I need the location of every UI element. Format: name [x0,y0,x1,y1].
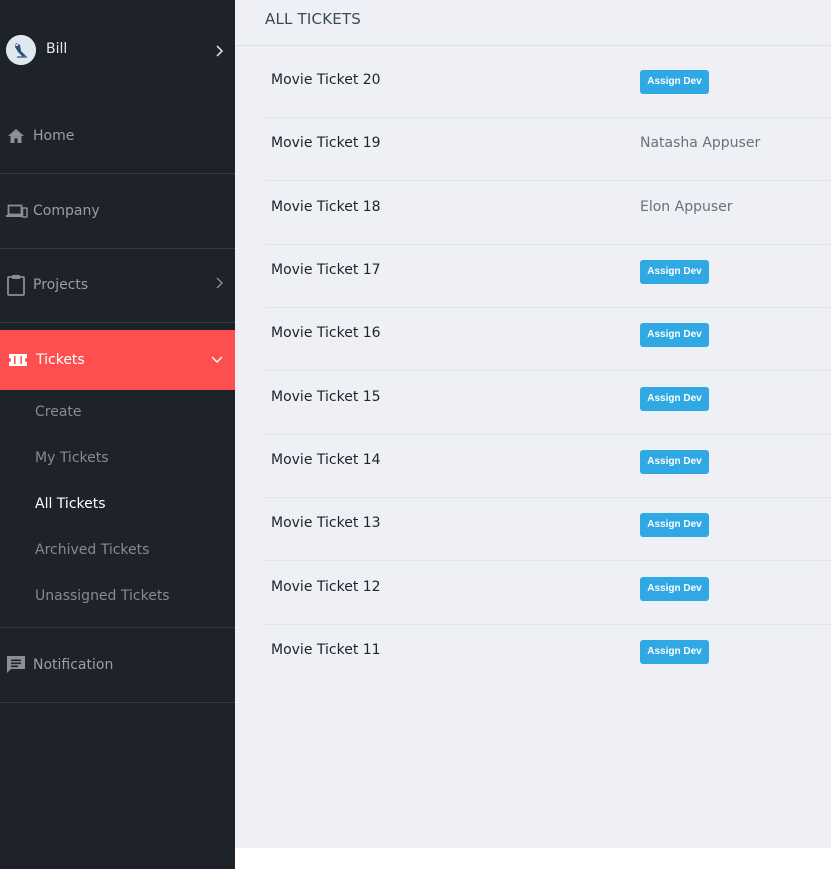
nav-tickets-label: Tickets [36,352,85,368]
assign-dev-button[interactable]: Assign Dev [640,387,709,411]
assign-dev-button[interactable]: Assign Dev [640,70,709,94]
submenu-unassigned-tickets[interactable]: Unassigned Tickets [35,588,170,604]
table-row[interactable]: Movie Ticket 19 Natasha Appuser [265,117,831,181]
devices-icon [6,201,28,221]
ticket-name[interactable]: Movie Ticket 13 [271,515,381,531]
table-row[interactable]: Movie Ticket 11 Assign Dev [265,624,831,687]
page-header: ALL TICKETS [235,0,831,46]
chevron-down-icon [210,352,224,366]
assign-dev-button[interactable]: Assign Dev [640,577,709,601]
assign-dev-button[interactable]: Assign Dev [640,260,709,284]
table-row[interactable]: Movie Ticket 15 Assign Dev [265,371,831,435]
assign-dev-button[interactable]: Assign Dev [640,640,709,664]
divider [0,322,235,323]
user-name: Bill [46,41,68,57]
submenu-my-tickets[interactable]: My Tickets [35,450,109,466]
table-row[interactable]: Movie Ticket 13 Assign Dev [265,497,831,561]
main-content: ALL TICKETS Movie Ticket 20 Assign Dev M… [235,0,831,848]
user-menu[interactable]: Bill [0,30,235,70]
nav-projects[interactable]: Projects [0,265,235,305]
assigned-developer: Natasha Appuser [640,135,761,151]
nav-home-label: Home [33,128,75,144]
nav-home[interactable]: Home [0,116,235,156]
avatar [6,35,36,65]
submenu-all-tickets[interactable]: All Tickets [35,496,106,512]
chevron-right-icon [212,44,226,58]
submenu-archived-tickets[interactable]: Archived Tickets [35,542,149,558]
ticket-name[interactable]: Movie Ticket 18 [271,199,381,215]
divider [0,248,235,249]
assigned-developer: Elon Appuser [640,199,733,215]
sidebar: Bill Home Company Projects Tickets Creat… [0,0,235,869]
submenu-create[interactable]: Create [35,404,82,420]
ticket-name[interactable]: Movie Ticket 17 [271,262,381,278]
table-row[interactable]: Movie Ticket 16 Assign Dev [265,307,831,371]
chevron-right-icon [212,276,226,290]
table-row[interactable]: Movie Ticket 20 Assign Dev [265,46,831,118]
table-row[interactable]: Movie Ticket 17 Assign Dev [265,244,831,308]
assign-dev-button[interactable]: Assign Dev [640,450,709,474]
nav-notification[interactable]: Notification [0,645,235,685]
table-row[interactable]: Movie Ticket 14 Assign Dev [265,434,831,498]
table-row[interactable]: Movie Ticket 12 Assign Dev [265,561,831,625]
table-row[interactable]: Movie Ticket 18 Elon Appuser [265,181,831,245]
nav-tickets[interactable]: Tickets [0,330,235,390]
divider [0,702,235,703]
ticket-name[interactable]: Movie Ticket 16 [271,325,381,341]
message-icon [6,655,26,675]
ticket-name[interactable]: Movie Ticket 11 [271,642,381,658]
nav-company-label: Company [33,203,100,219]
nav-company[interactable]: Company [0,191,235,231]
ticket-icon [8,350,28,370]
nav-notification-label: Notification [33,657,114,673]
clipboard-icon [6,274,26,296]
page-title: ALL TICKETS [265,10,362,28]
ticket-name[interactable]: Movie Ticket 19 [271,135,381,151]
assign-dev-button[interactable]: Assign Dev [640,513,709,537]
divider [0,627,235,628]
nav-projects-label: Projects [33,277,89,293]
assign-dev-button[interactable]: Assign Dev [640,323,709,347]
home-icon [6,126,26,146]
divider [0,173,235,174]
ticket-name[interactable]: Movie Ticket 20 [271,72,381,88]
ticket-name[interactable]: Movie Ticket 12 [271,579,381,595]
ticket-name[interactable]: Movie Ticket 15 [271,389,381,405]
ticket-name[interactable]: Movie Ticket 14 [271,452,381,468]
